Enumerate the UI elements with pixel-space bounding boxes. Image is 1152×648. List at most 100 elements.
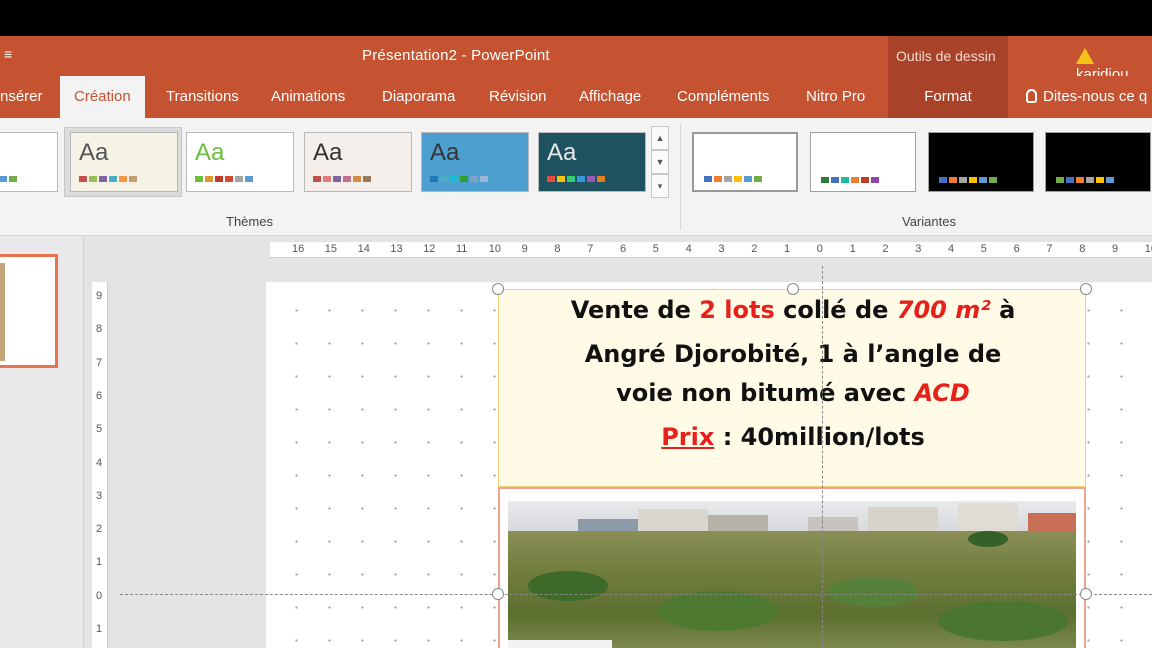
gallery-more-button[interactable]: ▾ (651, 174, 669, 198)
tab-diaporama[interactable]: Diaporama (382, 76, 455, 118)
text-line-4: Prix : 40million/lots (499, 423, 1087, 451)
variant-4[interactable] (1045, 132, 1151, 192)
resize-handle-top-middle[interactable] (787, 283, 799, 295)
land-photo (508, 501, 1076, 648)
theme-ion-boardroom[interactable]: Aa (538, 132, 646, 192)
color-swatch (724, 176, 732, 182)
photo-label-strip (508, 640, 612, 648)
theme-motif[interactable]: Aa (421, 132, 529, 192)
ruler-tick-label: 1 (96, 623, 103, 635)
text-segment: : 40million/lots (714, 423, 925, 451)
title-text-box[interactable]: Vente de 2 lots collé de 700 m² à Angré … (498, 289, 1086, 487)
color-swatch (460, 176, 468, 182)
tell-me-label: Dites-nous ce q (1043, 88, 1148, 105)
color-swatch (323, 176, 331, 182)
tab-revision[interactable]: Révision (489, 76, 547, 118)
color-swatch (99, 176, 107, 182)
ruler-tick-label: 0 (96, 589, 103, 602)
color-swatch (969, 177, 977, 183)
gallery-scroll: ▲ ▼ ▾ (651, 126, 669, 198)
vertical-smart-guide (822, 266, 823, 648)
resize-handle-middle-right[interactable] (1080, 588, 1092, 600)
theme-color-swatches (430, 176, 488, 182)
thumbnail-preview (0, 263, 5, 361)
ruler-tick-label: 8 (1079, 243, 1086, 255)
photo-bush (938, 601, 1068, 641)
ruler-tick-label: 11 (456, 243, 468, 255)
theme-facette[interactable]: Aa (186, 132, 294, 192)
variants-group-label: Variantes (902, 214, 956, 229)
ruler-tick-label: 8 (96, 323, 103, 336)
color-swatch (9, 176, 17, 182)
tab-affichage[interactable]: Affichage (579, 76, 641, 118)
color-swatch (215, 176, 223, 182)
tab-inserer[interactable]: nsérer (0, 76, 43, 118)
tab-format[interactable]: Format (888, 76, 1008, 118)
color-swatch (939, 177, 947, 183)
ruler-tick-label: 10 (488, 243, 502, 255)
ruler-tick-label: 1 (784, 243, 791, 255)
photo-building (1028, 513, 1076, 531)
theme-bois[interactable]: Aa (70, 132, 178, 192)
text-highlight-lots: 2 lots (699, 296, 775, 324)
gallery-up-button[interactable]: ▲ (651, 126, 669, 150)
ruler-tick-label: 9 (1112, 243, 1119, 255)
theme-sample-text: Aa (430, 139, 460, 166)
ruler-tick-label: 15 (324, 243, 338, 255)
color-swatch (235, 176, 243, 182)
slide-thumbnail[interactable] (0, 254, 58, 368)
ruler-tick-label: 4 (96, 456, 103, 469)
picture-frame[interactable] (498, 487, 1086, 648)
tab-nitro-pro[interactable]: Nitro Pro (806, 76, 865, 118)
warning-icon (1076, 48, 1094, 64)
theme-sample-text: Aa (79, 139, 109, 166)
ruler-tick-label: 3 (915, 243, 922, 255)
ruler-tick-label: 13 (390, 243, 403, 255)
tab-animations[interactable]: Animations (271, 76, 345, 118)
gallery-down-button[interactable]: ▼ (651, 150, 669, 174)
color-swatch (480, 176, 488, 182)
variant-color-swatches (939, 177, 997, 183)
color-swatch (861, 177, 869, 183)
color-swatch (430, 176, 438, 182)
theme-office[interactable]: Aa (0, 132, 58, 192)
tell-me-search[interactable]: Dites-nous ce q (1026, 76, 1147, 118)
ruler-tick-label: 8 (554, 243, 561, 255)
theme-color-swatches (0, 176, 17, 182)
quick-access-toolbar-icon[interactable]: ≡ (4, 46, 12, 62)
color-swatch (313, 176, 321, 182)
vertical-ruler: 9 8 7 6 5 4 3 2 1 0 1 (92, 282, 108, 648)
color-swatch (225, 176, 233, 182)
variant-1[interactable] (692, 132, 798, 192)
tab-transitions[interactable]: Transitions (166, 76, 239, 118)
color-swatch (989, 177, 997, 183)
tab-creation[interactable]: Création (60, 76, 145, 118)
text-line-1: Vente de 2 lots collé de 700 m² à (499, 296, 1087, 324)
ruler-tick-label: 7 (587, 243, 594, 255)
color-swatch (567, 176, 575, 182)
photo-bush (528, 571, 608, 601)
color-swatch (959, 177, 967, 183)
theme-ion[interactable]: Aa (304, 132, 412, 192)
color-swatch (734, 176, 742, 182)
variant-3[interactable] (928, 132, 1034, 192)
ruler-tick-label: 2 (882, 243, 889, 255)
resize-handle-top-right[interactable] (1080, 283, 1092, 295)
variant-2[interactable] (810, 132, 916, 192)
horizontal-smart-guide (120, 594, 1152, 595)
tab-complements[interactable]: Compléments (677, 76, 770, 118)
horizontal-ruler: 16151413121110987654321012345678910 (270, 242, 1152, 258)
window-title: Présentation2 - PowerPoint (362, 47, 550, 64)
text-line-2: Angré Djorobité, 1 à l’angle de (584, 340, 1002, 368)
ruler-tick-label: 3 (718, 243, 725, 255)
ruler-tick-label: 1 (849, 243, 856, 255)
color-swatch (744, 176, 752, 182)
theme-color-swatches (79, 176, 137, 182)
color-swatch (949, 177, 957, 183)
ruler-tick-label: 9 (521, 243, 528, 255)
resize-handle-middle-left[interactable] (492, 588, 504, 600)
color-swatch (1086, 177, 1094, 183)
color-swatch (754, 176, 762, 182)
variant-color-swatches (704, 176, 762, 182)
resize-handle-top-left[interactable] (492, 283, 504, 295)
